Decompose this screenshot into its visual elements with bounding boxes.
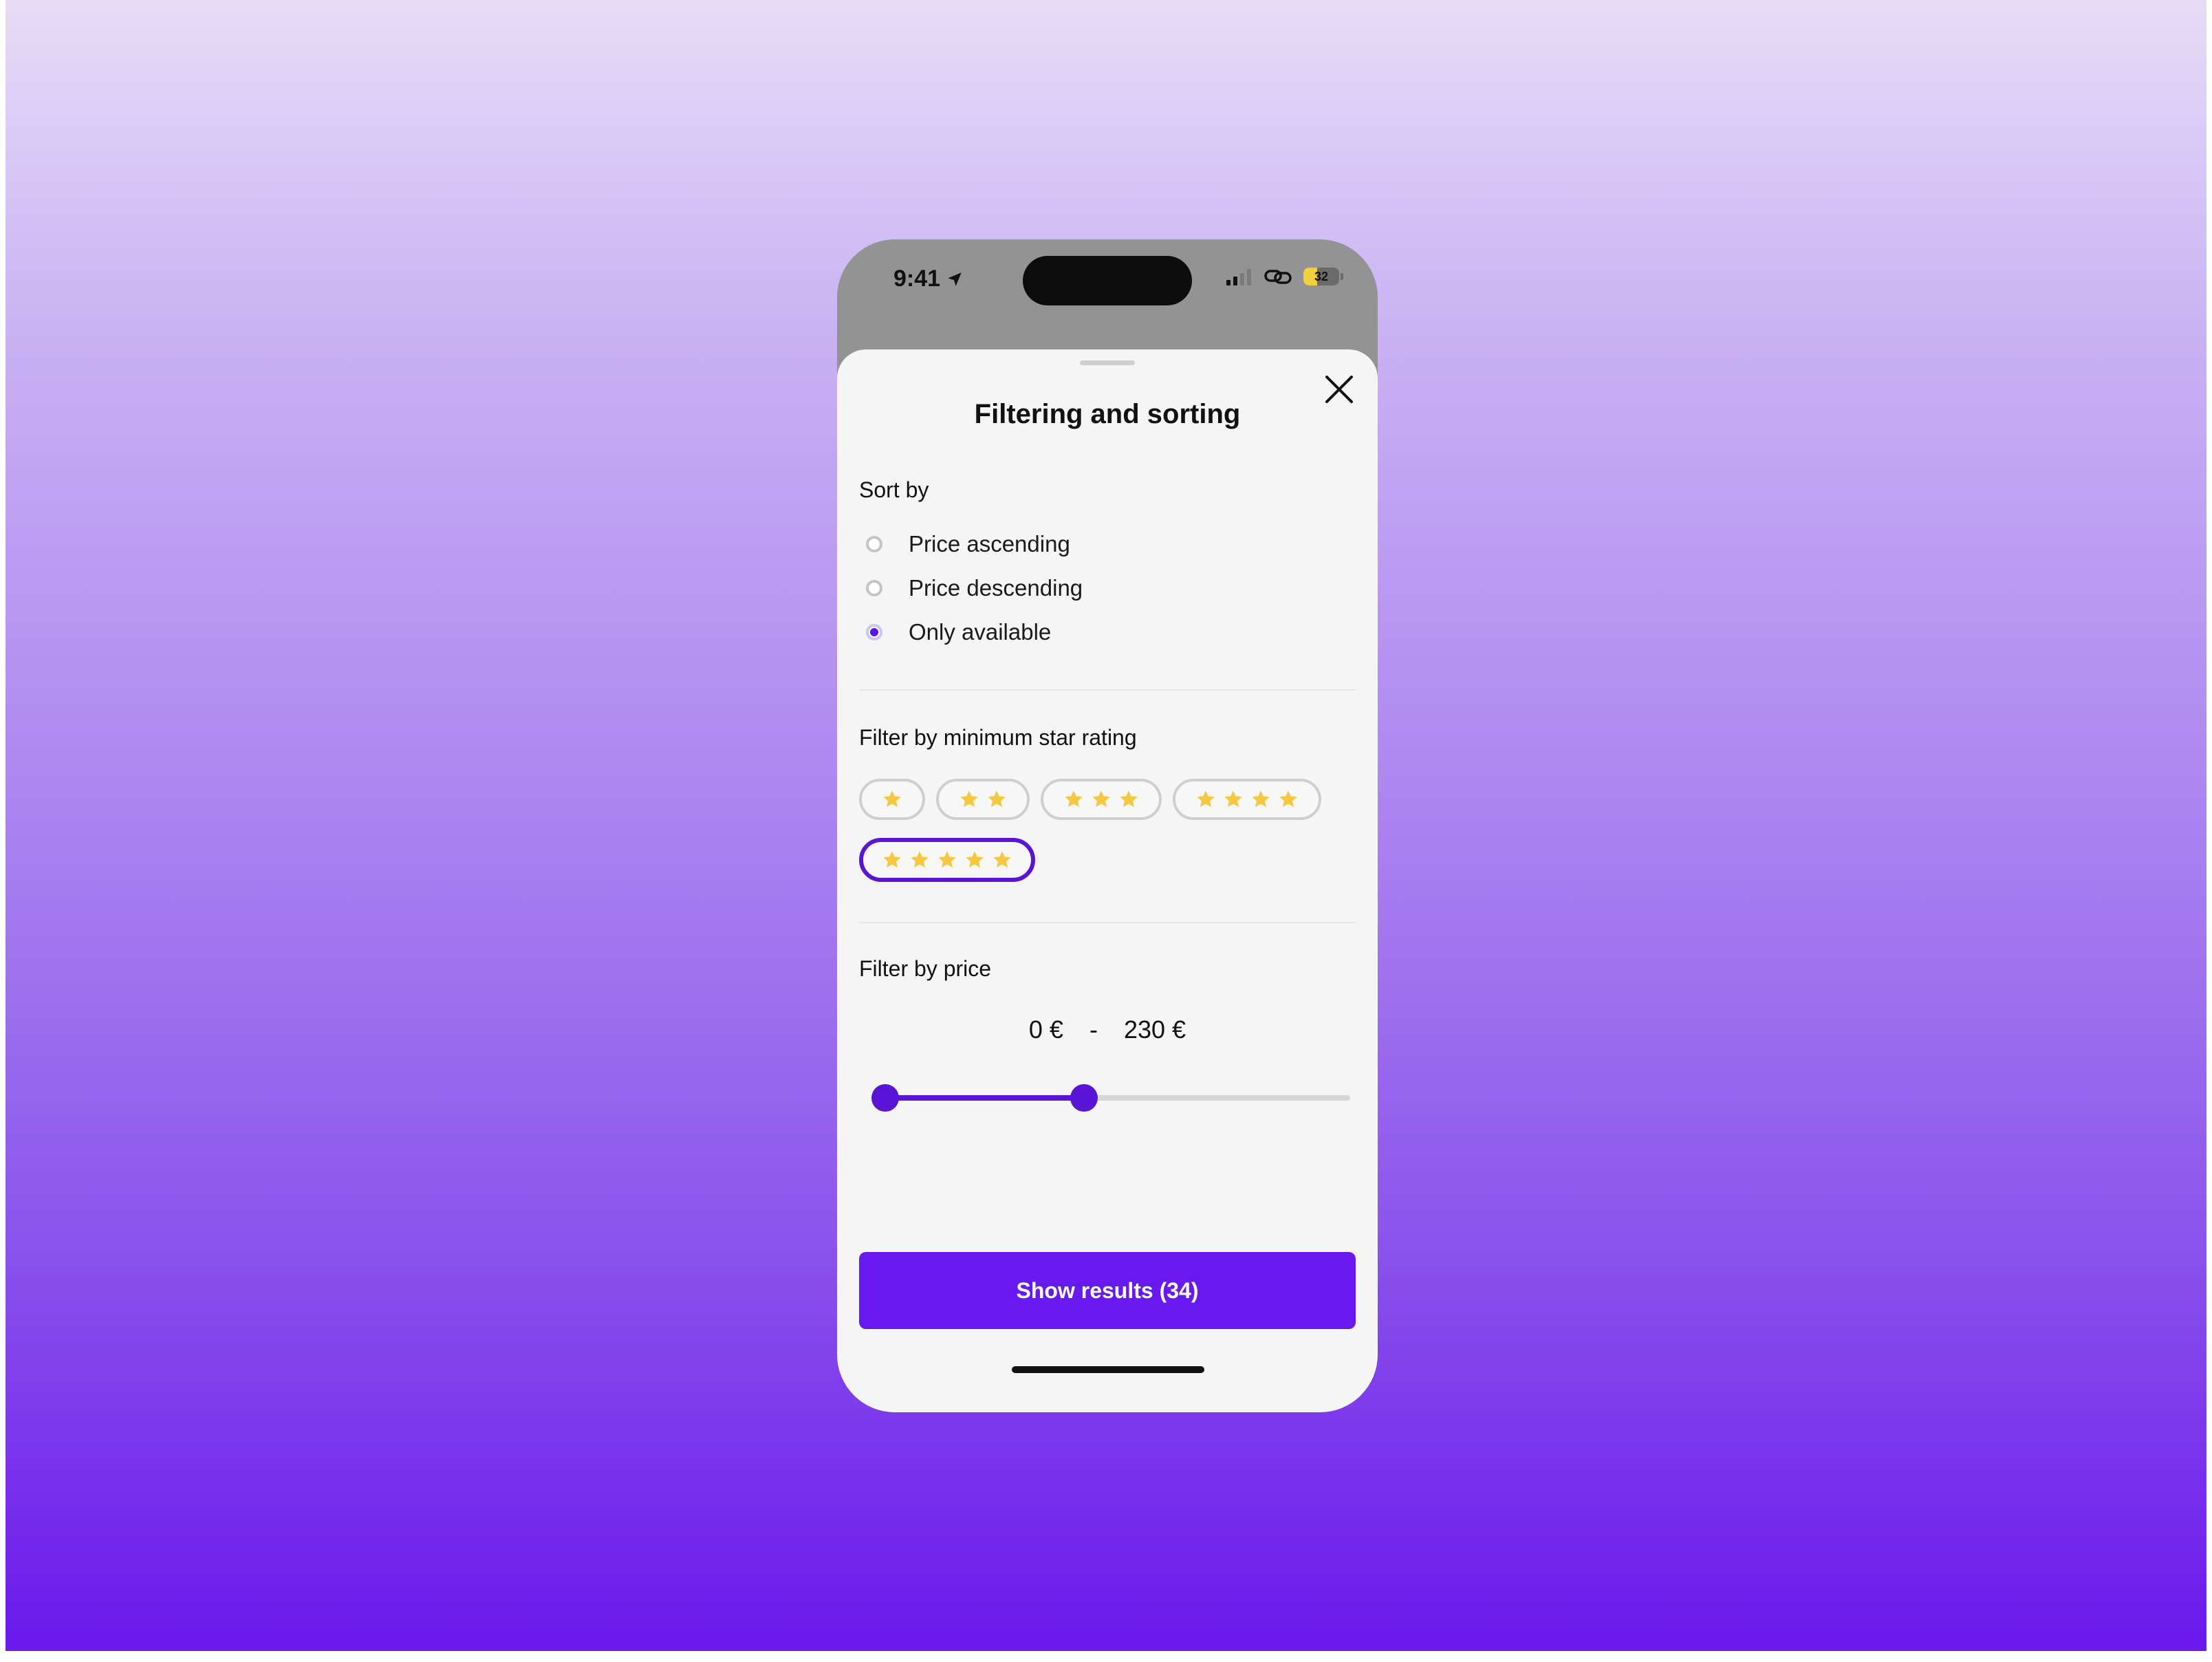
star-icon [938, 851, 956, 868]
battery-level: 32 [1314, 269, 1329, 283]
battery-icon: 32 [1303, 268, 1339, 285]
status-time-group: 9:41 [893, 266, 964, 292]
phone-frame: 9:41 32 Filtering and sorting Sort by Pr… [837, 239, 1378, 1412]
star-icon [960, 790, 978, 808]
star-icon [988, 790, 1006, 808]
link-icon [1264, 270, 1292, 284]
price-slider-min-handle[interactable] [871, 1084, 899, 1112]
sort-option-price-ascending[interactable]: Price ascending [866, 531, 1070, 557]
dynamic-island [1023, 256, 1192, 305]
star-icon [883, 790, 901, 808]
price-range-separator: - [1089, 1015, 1098, 1044]
status-time: 9:41 [893, 266, 941, 292]
rating-chip-4-stars[interactable] [1173, 779, 1321, 820]
star-icon [1092, 790, 1110, 808]
star-icon [1224, 790, 1242, 808]
star-rating-label: Filter by minimum star rating [859, 725, 1137, 750]
radio-price-descending[interactable] [866, 580, 882, 596]
star-icon [1065, 790, 1083, 808]
price-max-value: 230 € [1123, 1015, 1186, 1044]
star-icon [966, 851, 984, 868]
price-range-readout: 0 € - 230 € [837, 1015, 1378, 1044]
cellular-signal-icon [1226, 269, 1251, 285]
status-bar: 9:41 32 [837, 239, 1378, 349]
star-icon [1279, 790, 1297, 808]
filter-sheet: Filtering and sorting Sort by Price asce… [837, 349, 1378, 1412]
show-results-button[interactable]: Show results (34) [859, 1252, 1356, 1329]
price-slider-max-handle[interactable] [1070, 1084, 1098, 1112]
sheet-title: Filtering and sorting [974, 399, 1241, 429]
section-divider [859, 922, 1356, 923]
location-arrow-icon [948, 272, 962, 286]
battery-group: 32 [1303, 268, 1343, 285]
radio-only-available[interactable] [866, 624, 882, 640]
sort-by-label: Sort by [859, 477, 929, 502]
sort-option-label: Price ascending [909, 531, 1070, 557]
price-slider-selected-range [885, 1095, 1084, 1101]
price-min-value: 0 € [1028, 1015, 1063, 1044]
star-icon [1197, 790, 1215, 808]
sort-option-label: Price descending [909, 575, 1083, 601]
section-divider [859, 689, 1356, 691]
home-indicator [1012, 1366, 1204, 1373]
rating-chip-3-stars[interactable] [1041, 779, 1162, 820]
star-icon [911, 851, 929, 868]
star-icon [883, 851, 901, 868]
price-filter-label: Filter by price [859, 956, 992, 981]
sort-option-price-descending[interactable]: Price descending [866, 575, 1083, 601]
star-icon [1252, 790, 1270, 808]
status-icons: 32 [1225, 267, 1343, 286]
star-icon [993, 851, 1011, 868]
radio-price-ascending[interactable] [866, 536, 882, 552]
rating-chip-5-stars[interactable] [859, 838, 1035, 882]
rating-chip-2-stars[interactable] [936, 779, 1030, 820]
rating-chip-1-star[interactable] [859, 779, 925, 820]
star-icon [1120, 790, 1138, 808]
sheet-grabber[interactable] [1080, 360, 1135, 365]
sort-option-only-available[interactable]: Only available [866, 619, 1051, 645]
sort-option-label: Only available [909, 619, 1052, 645]
